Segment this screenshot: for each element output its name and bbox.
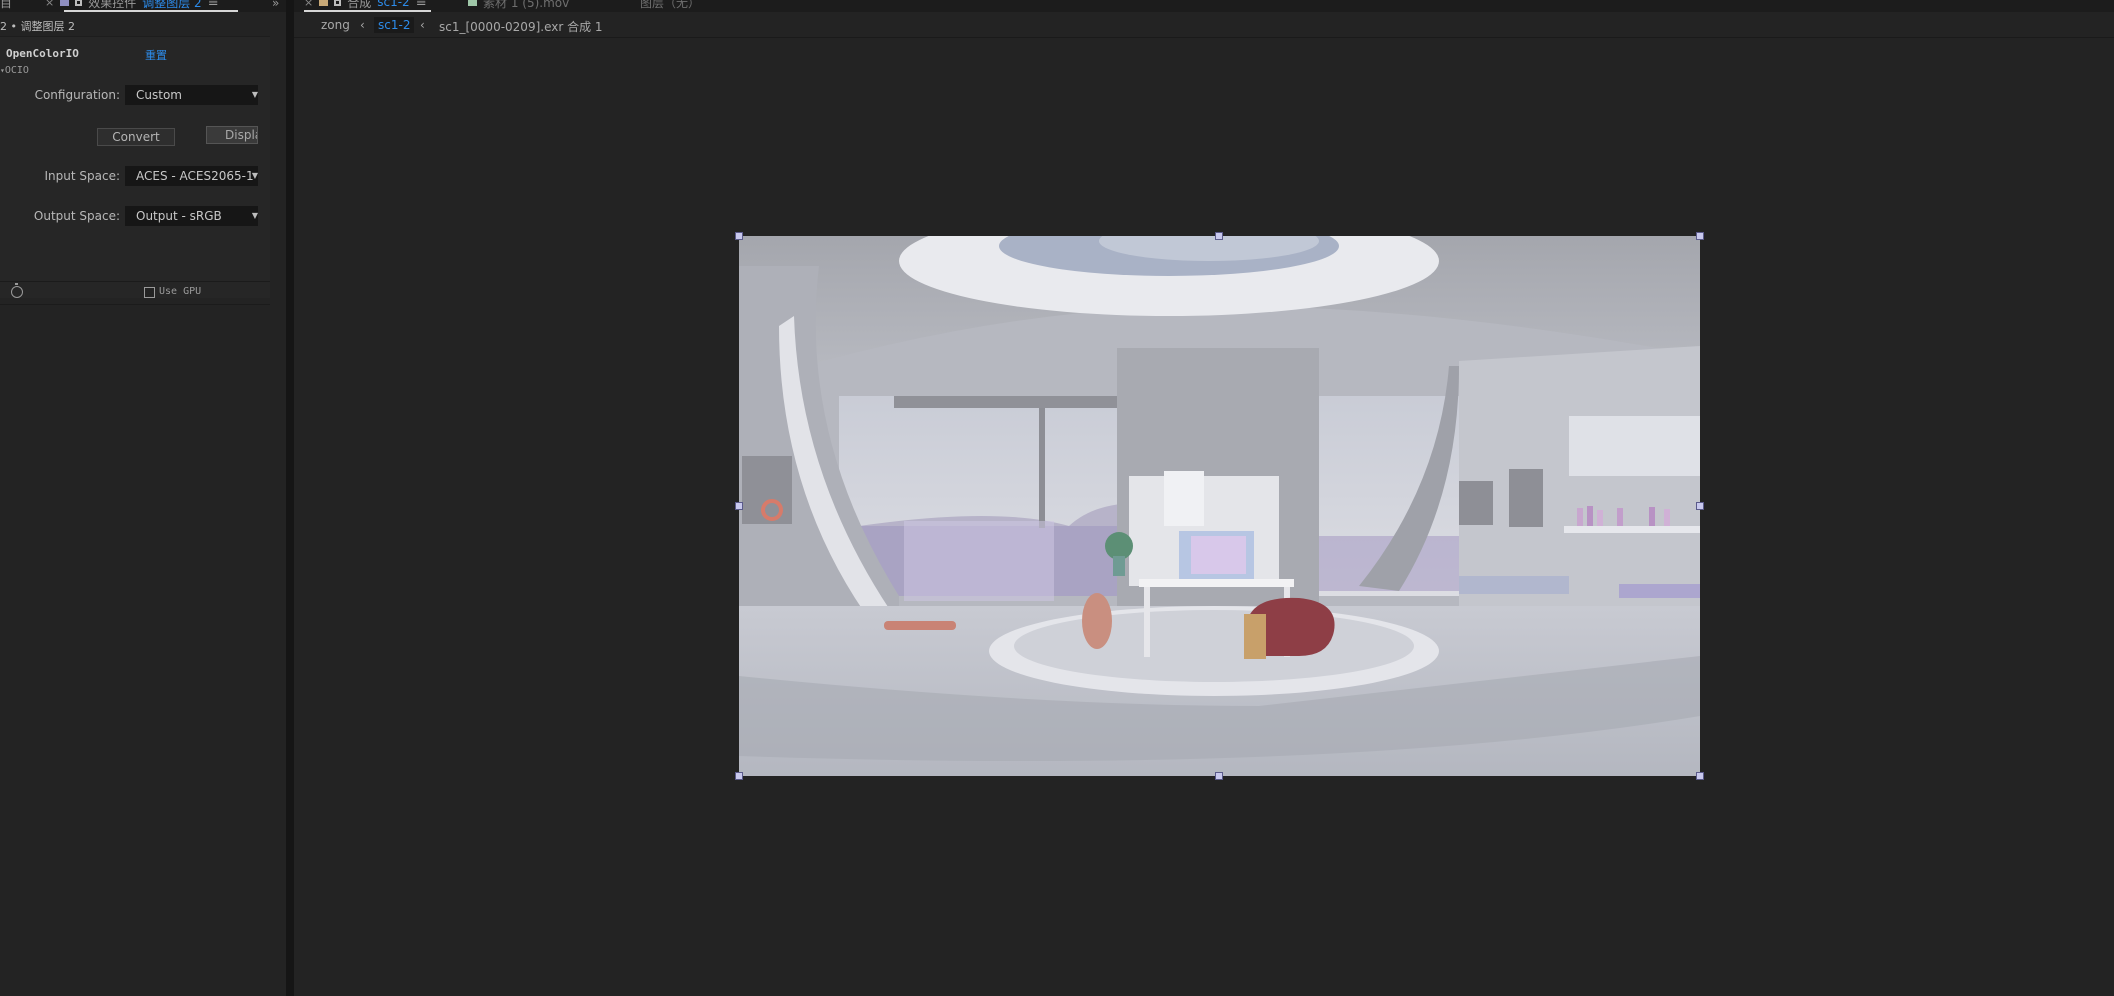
lock-icon[interactable] bbox=[334, 0, 342, 6]
effect-opencolorio: OpenColorIO 重置 ▾OCIO Configuration: Cust… bbox=[0, 36, 270, 298]
transform-handle[interactable] bbox=[735, 772, 743, 780]
display-button[interactable]: Displa bbox=[206, 126, 258, 144]
composition-breadcrumb: zong ‹ sc1-2 ‹ sc1_[0000-0209].exr 合成 1 bbox=[294, 17, 2114, 38]
breadcrumb-item-active[interactable]: sc1-2 bbox=[374, 17, 415, 33]
composition-color-icon bbox=[319, 0, 329, 6]
panel-menu-icon[interactable]: ≡ bbox=[208, 0, 219, 10]
close-icon[interactable]: × bbox=[304, 0, 313, 9]
divider bbox=[0, 304, 270, 305]
transform-handle[interactable] bbox=[1696, 232, 1704, 240]
panel-menu-icon[interactable]: ≡ bbox=[416, 0, 427, 10]
transform-handle[interactable] bbox=[735, 502, 743, 510]
panel-tab-strip: 目 × 效果控件 调整图层 2 ≡ » × 合成 sc1-2 ≡ 素材 1 (5… bbox=[0, 0, 2114, 12]
input-space-label: Input Space: bbox=[44, 169, 121, 183]
use-gpu-checkbox[interactable] bbox=[144, 287, 155, 298]
transform-handle[interactable] bbox=[1696, 772, 1704, 780]
tab-composition[interactable]: × 合成 sc1-2 ≡ bbox=[304, 0, 427, 10]
chevron-down-icon: ▼ bbox=[251, 171, 258, 180]
chevron-left-icon[interactable]: ‹ bbox=[360, 18, 365, 32]
use-gpu-label: Use GPU bbox=[159, 286, 202, 297]
tab-footage-title: 素材 1 (5).mov bbox=[483, 0, 570, 10]
output-space-dropdown[interactable]: Output - sRGB ▼ bbox=[125, 206, 258, 226]
lock-icon[interactable] bbox=[75, 0, 83, 6]
transform-handle[interactable] bbox=[1215, 772, 1223, 780]
close-icon[interactable]: × bbox=[45, 0, 54, 9]
tab-footage[interactable]: 素材 1 (5).mov bbox=[468, 0, 570, 10]
convert-button[interactable]: Convert bbox=[97, 128, 175, 146]
tab-layer-title: 图层（无） bbox=[640, 0, 701, 10]
panel-splitter[interactable] bbox=[286, 0, 294, 996]
breadcrumb-item[interactable]: sc1_[0000-0209].exr 合成 1 bbox=[439, 18, 603, 35]
input-space-dropdown[interactable]: ACES - ACES2065-1 ▼ bbox=[125, 166, 258, 186]
panel-color-icon bbox=[60, 0, 70, 6]
composition-viewer[interactable]: zong ‹ sc1-2 ‹ sc1_[0000-0209].exr 合成 1 bbox=[294, 12, 2114, 996]
chevron-down-icon: ▼ bbox=[251, 211, 258, 220]
transform-handle[interactable] bbox=[735, 232, 743, 240]
chevron-down-icon: ▼ bbox=[251, 90, 258, 99]
breadcrumb-item[interactable]: zong bbox=[321, 18, 350, 32]
chevron-left-icon[interactable]: ‹ bbox=[420, 18, 425, 32]
stopwatch-icon[interactable] bbox=[11, 283, 23, 298]
tab-composition-name: sc1-2 bbox=[377, 0, 410, 9]
output-space-label: Output Space: bbox=[33, 209, 120, 223]
tab-effect-controls[interactable]: × 效果控件 调整图层 2 ≡ bbox=[45, 0, 219, 10]
tab-composition-title: 合成 bbox=[347, 0, 372, 10]
tab-effect-controls-layer: 调整图层 2 bbox=[142, 0, 202, 10]
tab-layer[interactable]: 图层（无） bbox=[640, 0, 701, 10]
footage-color-icon bbox=[468, 0, 477, 6]
ocio-group-label[interactable]: ▾OCIO bbox=[0, 65, 29, 76]
transform-handle[interactable] bbox=[1215, 232, 1223, 240]
configuration-label: Configuration: bbox=[34, 88, 120, 102]
divider bbox=[0, 281, 270, 282]
composition-frame[interactable] bbox=[739, 236, 1700, 776]
panel-overflow-icon[interactable]: » bbox=[272, 0, 279, 10]
effect-controls-panel: 2 • 调整图层 2 OpenColorIO 重置 ▾OCIO Configur… bbox=[0, 12, 286, 996]
tab-project-partial[interactable]: 目 bbox=[0, 0, 12, 10]
render-image bbox=[739, 236, 1700, 776]
effect-controls-subtitle: 2 • 调整图层 2 bbox=[0, 20, 75, 33]
reset-link[interactable]: 重置 bbox=[145, 47, 167, 63]
tab-effect-controls-title: 效果控件 bbox=[88, 0, 137, 10]
configuration-dropdown[interactable]: Custom ▼ bbox=[125, 85, 258, 105]
effect-name[interactable]: OpenColorIO bbox=[6, 47, 79, 60]
transform-handle[interactable] bbox=[1696, 502, 1704, 510]
